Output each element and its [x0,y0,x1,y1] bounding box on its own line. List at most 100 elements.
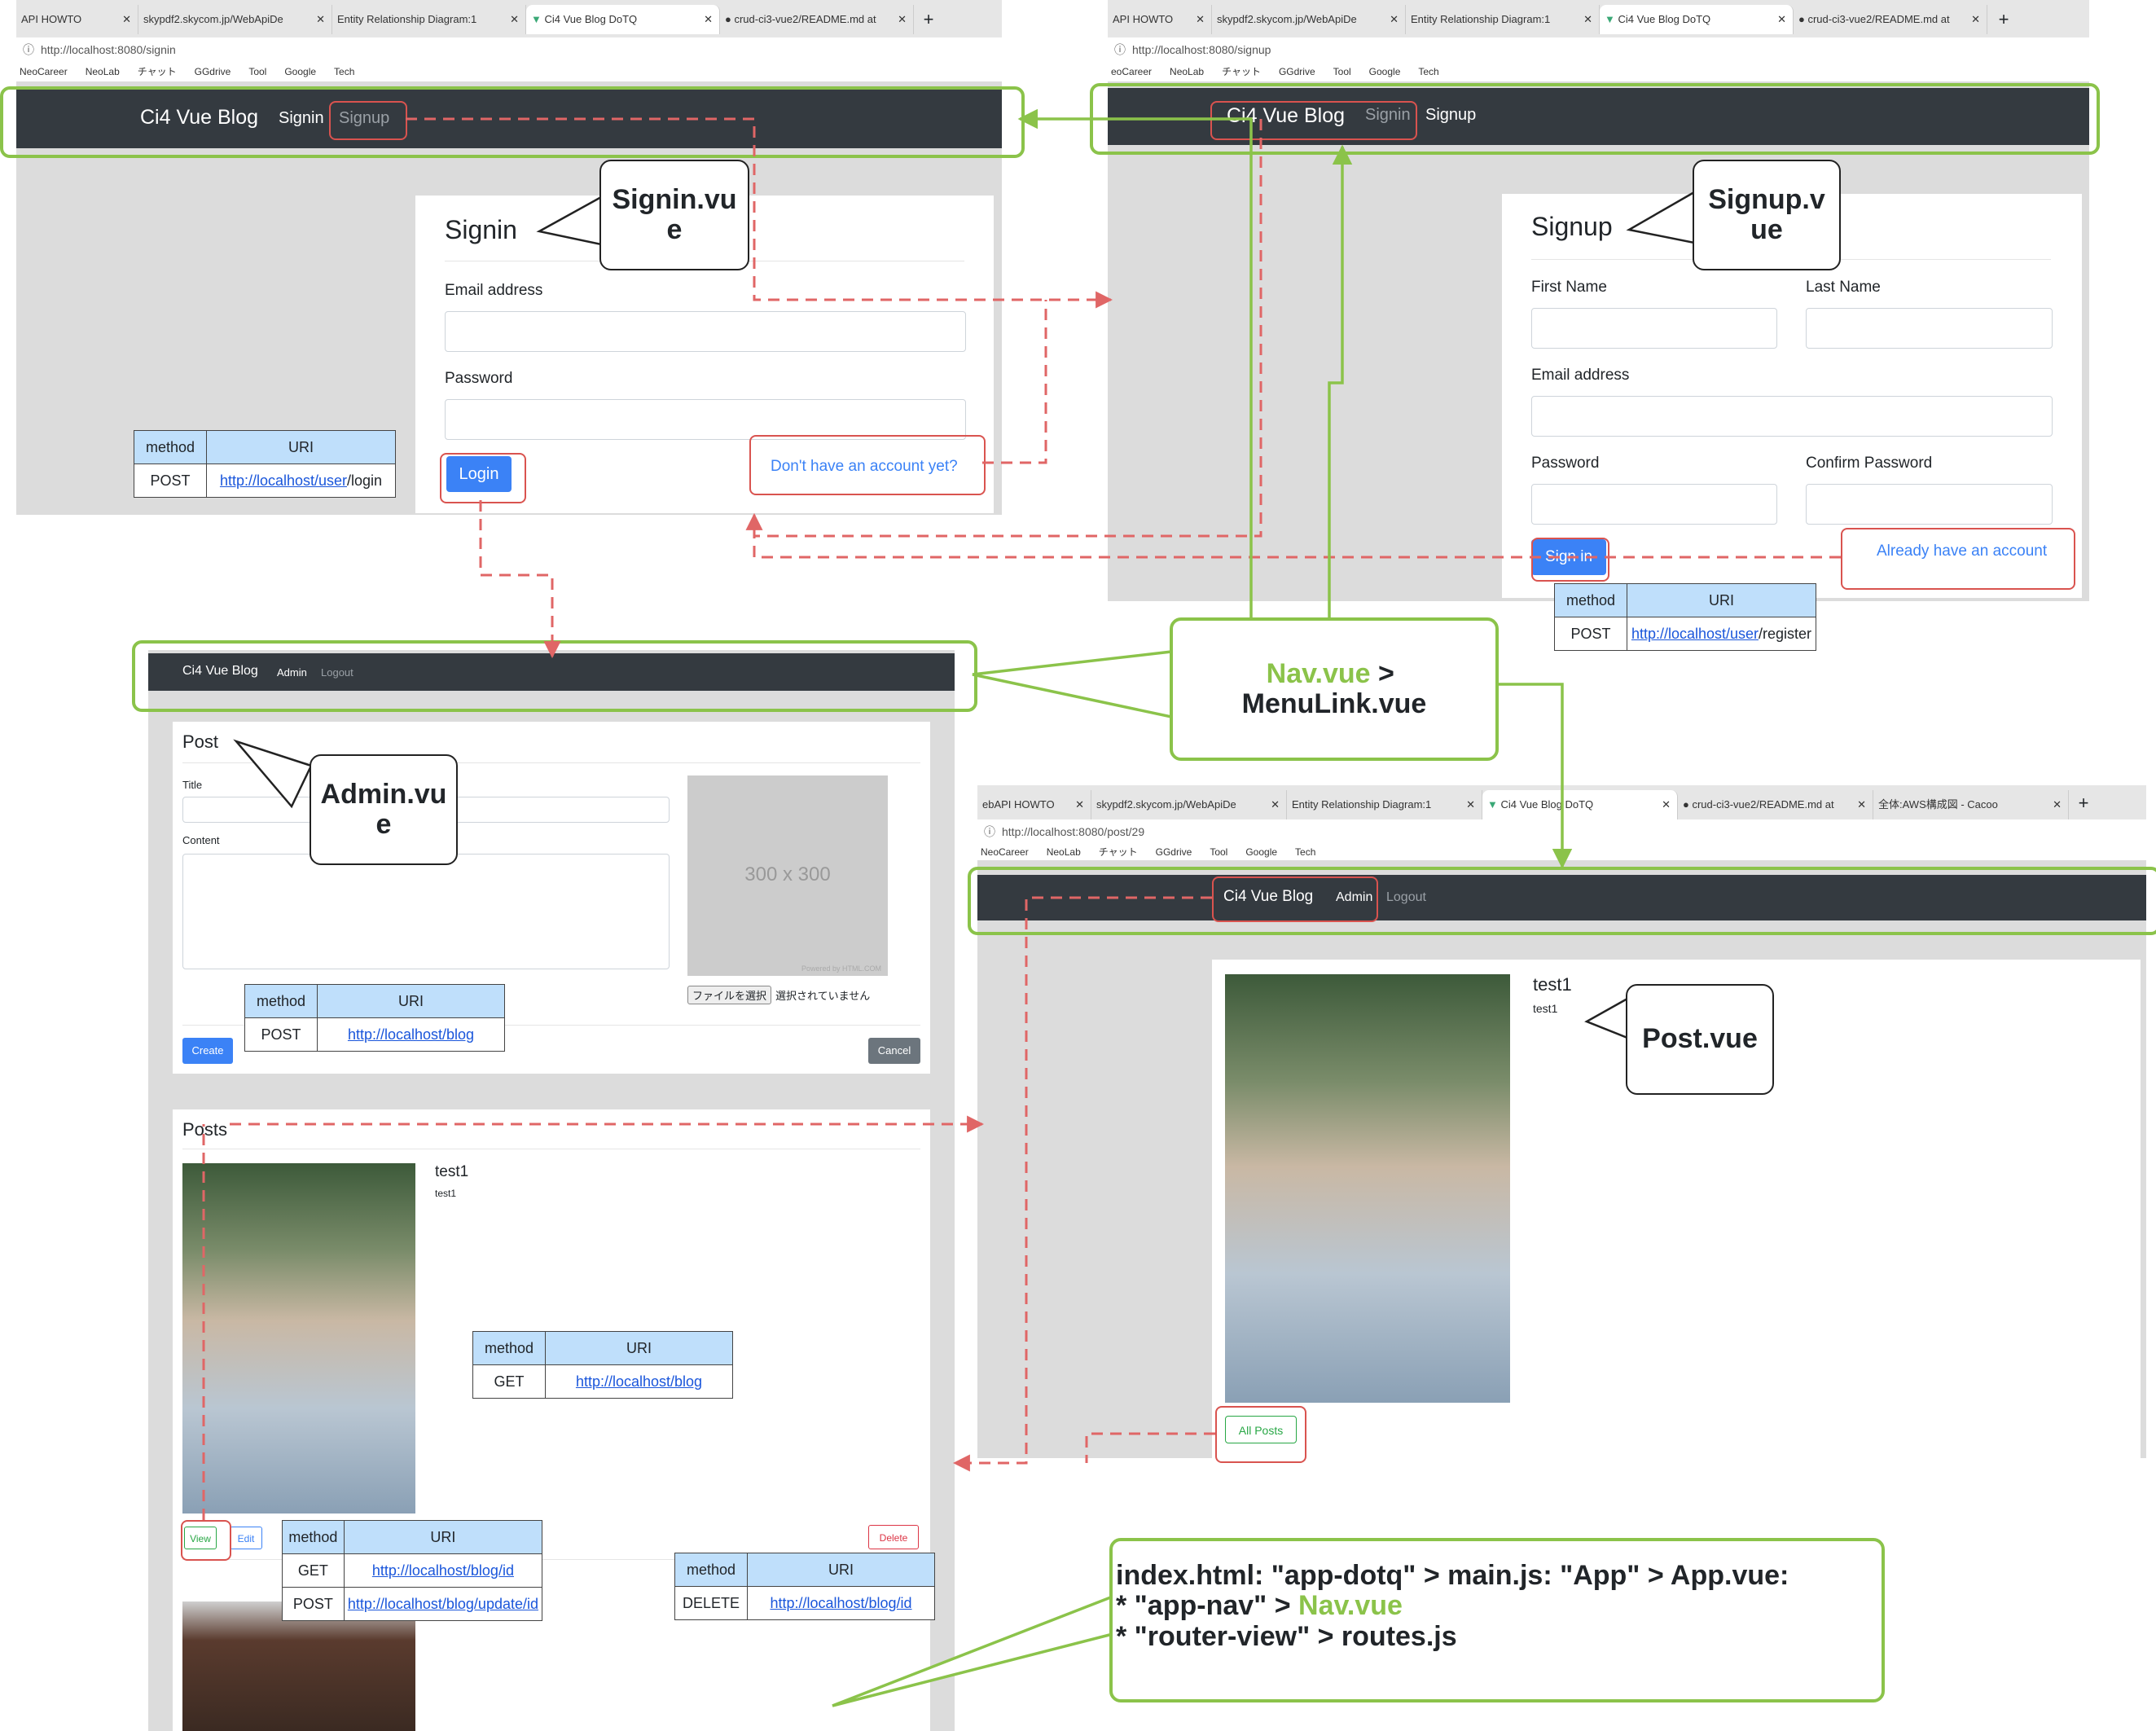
content-label: Content [182,834,220,846]
cancel-button[interactable]: Cancel [868,1038,920,1064]
close-icon[interactable]: ✕ [1583,5,1592,34]
callout-app-structure: index.html: "app-dotq" > main.js: "App" … [1109,1538,1885,1702]
callout-post-vue: Post.vue [1626,984,1774,1095]
browser-tab[interactable]: 全体:AWS構成図 - Cacoo ✕ [1873,790,2069,819]
last-name-input[interactable] [1806,308,2053,349]
create-button[interactable]: Create [182,1038,233,1064]
image-placeholder: 300 x 300 Powered by HTML.COM [687,775,888,976]
browser-tab[interactable]: skypdf2.skycom.jp/WebApiDe ✕ [1212,5,1406,34]
delete-button[interactable]: Delete [868,1525,919,1549]
browser-tab[interactable]: API HOWTO ✕ [1108,5,1212,34]
file-select-button[interactable]: ファイルを選択 [687,986,772,1004]
edit-button[interactable]: Edit [230,1527,262,1549]
close-icon[interactable]: ✕ [1271,790,1280,819]
placeholder-text: 300 x 300 [744,863,831,885]
url-bar[interactable]: ⓘ http://localhost:8080/post/29 [977,819,2146,844]
app-line-3: * "router-view" > routes.js [1116,1620,1457,1652]
uri-link[interactable]: http://localhost/user [220,472,347,489]
uri-link[interactable]: http://localhost/blog/id [770,1595,911,1611]
tab-label: skypdf2.skycom.jp/WebApiDe [1217,13,1357,25]
uri-header: URI [206,430,396,464]
close-icon[interactable]: ✕ [1466,790,1475,819]
close-icon[interactable]: ✕ [1075,790,1084,819]
uri-cell: http://localhost/blog/id [747,1586,935,1620]
browser-tab[interactable]: Entity Relationship Diagram:1 ✕ [1287,790,1482,819]
uri-link[interactable]: http://localhost/blog [348,1026,474,1043]
browser-tab[interactable]: skypdf2.skycom.jp/WebApiDe ✕ [1091,790,1287,819]
bookmark-item[interactable]: Google [1245,846,1277,858]
bookmark-item[interactable]: チャット [1222,66,1261,77]
browser-tab[interactable]: ● crud-ci3-vue2/README.md at ✕ [1794,5,1987,34]
bookmark-item[interactable]: Tech [1418,66,1438,77]
vue-icon: ▼ [1605,13,1618,25]
close-icon[interactable]: ✕ [510,5,519,34]
info-icon: ⓘ [984,825,995,838]
uri-cell: http://localhost/blog [545,1364,733,1399]
url-bar[interactable]: ⓘ http://localhost:8080/signup [1108,37,2089,62]
api-table-delete: method URI DELETE http://localhost/blog/id [674,1553,935,1620]
browser-tab-active[interactable]: ▼ Ci4 Vue Blog DoTQ ✕ [526,5,720,34]
url-bar[interactable]: ⓘ http://localhost:8080/signin [16,37,1002,62]
bookmark-item[interactable]: Google [284,66,316,77]
uri-link[interactable]: http://localhost/blog/update/id [348,1596,538,1612]
email-input[interactable] [445,311,966,352]
browser-tab[interactable]: skypdf2.skycom.jp/WebApiDe ✕ [138,5,332,34]
content-textarea[interactable] [182,854,670,969]
github-icon: ● [1683,798,1693,811]
new-tab-button[interactable]: + [914,5,943,34]
close-icon[interactable]: ✕ [1857,790,1866,819]
email-input[interactable] [1531,396,2053,437]
uri-link[interactable]: http://localhost/blog/id [372,1562,514,1579]
new-tab-button[interactable]: + [2069,789,2098,818]
close-icon[interactable]: ✕ [1971,5,1980,34]
password-input[interactable] [1531,484,1777,525]
close-icon[interactable]: ✕ [1777,5,1786,34]
close-icon[interactable]: ✕ [1196,5,1205,34]
close-icon[interactable]: ✕ [1662,790,1671,819]
bookmark-item[interactable]: GGdrive [1156,846,1192,858]
browser-tab[interactable]: ● crud-ci3-vue2/README.md at ✕ [1678,790,1873,819]
close-icon[interactable]: ✕ [316,5,325,34]
close-icon[interactable]: ✕ [1390,5,1399,34]
nav-outline-post [968,867,2156,935]
bookmark-item[interactable]: NeoLab [1047,846,1081,858]
browser-tab[interactable]: ebAPI HOWTO ✕ [977,790,1091,819]
first-name-input[interactable] [1531,308,1777,349]
callout-tail-nav [972,650,1173,719]
close-icon[interactable]: ✕ [122,5,131,34]
password-input[interactable] [445,399,966,440]
bookmark-item[interactable]: チャット [138,66,177,77]
close-icon[interactable]: ✕ [898,5,907,34]
bookmark-item[interactable]: Tool [1333,66,1351,77]
new-tab-button[interactable]: + [1989,5,2018,34]
bookmark-item[interactable]: Tool [1210,846,1227,858]
bookmark-item[interactable]: チャット [1099,846,1138,858]
uri-link[interactable]: http://localhost/user [1631,626,1759,642]
close-icon[interactable]: ✕ [704,5,713,34]
confirm-password-input[interactable] [1806,484,2053,525]
browser-tab[interactable]: ● crud-ci3-vue2/README.md at ✕ [720,5,914,34]
bookmark-item[interactable]: Tool [248,66,266,77]
bookmark-item[interactable]: NeoCareer [20,66,68,77]
browser-tab-active[interactable]: ▼ Ci4 Vue Blog DoTQ ✕ [1600,5,1794,34]
highlight-no-account-link [749,435,986,495]
browser-tab-active[interactable]: ▼ Ci4 Vue Blog DoTQ ✕ [1482,790,1678,819]
highlight-all-posts-button [1215,1406,1306,1463]
have-account-link[interactable]: Already have an account [1877,543,2047,560]
browser-tab[interactable]: Entity Relationship Diagram:1 ✕ [1406,5,1600,34]
uri-link[interactable]: http://localhost/blog [576,1373,702,1390]
password-label: Password [445,370,513,387]
close-icon[interactable]: ✕ [2053,790,2062,819]
bookmark-item[interactable]: NeoLab [1170,66,1204,77]
bookmark-item[interactable]: NeoLab [86,66,120,77]
browser-tab[interactable]: API HOWTO ✕ [16,5,138,34]
bookmark-item[interactable]: Tech [334,66,354,77]
bookmark-item[interactable]: Google [1369,66,1401,77]
bookmark-item[interactable]: GGdrive [195,66,231,77]
browser-tab[interactable]: Entity Relationship Diagram:1 ✕ [332,5,526,34]
bookmark-item[interactable]: Tech [1295,846,1315,858]
uri-cell: http://localhost/user/login [206,464,396,498]
bookmark-item[interactable]: NeoCareer [981,846,1029,858]
bookmark-item[interactable]: eoCareer [1111,66,1152,77]
bookmark-item[interactable]: GGdrive [1279,66,1315,77]
